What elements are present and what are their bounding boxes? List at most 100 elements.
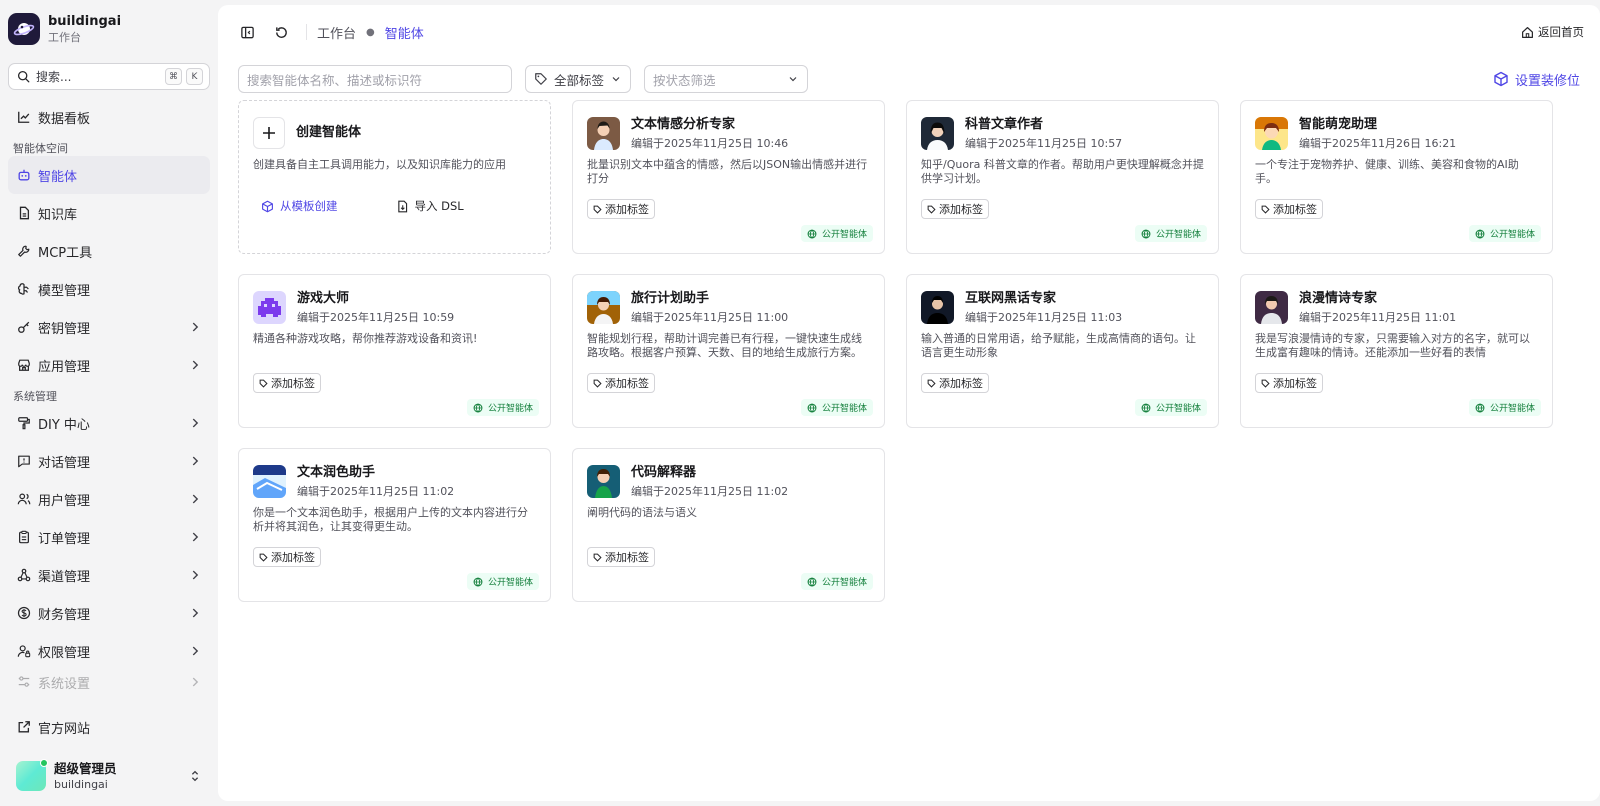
agent-desc: 输入普通的日常用语，给予赋能，生成高情商的语句。让语言更生动形象 (921, 332, 1196, 359)
agent-avatar (587, 464, 620, 498)
chevron-right-icon (192, 677, 199, 687)
agent-card[interactable]: 代码解释器 编辑于2025年11月25日 11:02 阐明代码的语法与语义 添加… (572, 448, 885, 602)
sidebar-item-keys[interactable]: 密钥管理 (8, 308, 210, 346)
sidebar-item-apps[interactable]: 应用管理 (8, 346, 210, 384)
agent-edit-time: 编辑于2025年11月25日 11:00 (631, 310, 789, 324)
public-agent-badge: 公开智能体 (800, 399, 873, 416)
sidebar-item-agents[interactable]: 智能体 (8, 156, 210, 194)
sidebar-item-knowledge[interactable]: 知识库 (8, 194, 210, 232)
sidebar-item-channels[interactable]: 渠道管理 (8, 556, 210, 594)
chevrons-up-down-icon (191, 770, 199, 782)
add-tag-button[interactable]: 添加标签 (587, 547, 655, 567)
official-site-link[interactable]: 官方网站 (8, 708, 210, 746)
setting-slot-button[interactable]: 设置装修位 (1493, 70, 1580, 89)
breadcrumb-separator: ● (366, 26, 375, 38)
tag-select[interactable]: 全部标签 (525, 65, 631, 93)
wrench-icon (16, 243, 32, 259)
public-agent-label: 公开智能体 (1155, 404, 1201, 414)
agent-avatar (921, 116, 954, 150)
agent-search-input[interactable]: 搜索智能体名称、描述或标识符 (238, 65, 512, 93)
agent-edit-time: 编辑于2025年11月25日 10:59 (297, 310, 455, 324)
create-agent-desc: 创建具备自主工具调用能力，以及知识库能力的应用 (253, 158, 506, 171)
add-tag-button[interactable]: 添加标签 (921, 373, 989, 393)
filter-bar: 搜索智能体名称、描述或标识符 全部标签 按状态筛选 设置装修位 (218, 65, 1600, 93)
agent-search-placeholder: 搜索智能体名称、描述或标识符 (247, 72, 423, 88)
public-agent-label: 公开智能体 (821, 404, 867, 414)
box-icon (262, 200, 273, 212)
agent-desc: 批量识别文本中蕴含的情感，然后以JSON输出情感并进行打分 (587, 158, 868, 185)
agent-card[interactable]: 智能萌宠助理 编辑于2025年11月26日 16:21 一个专注于宠物养护、健康… (1240, 100, 1553, 254)
avatar (16, 759, 48, 791)
add-tag-button[interactable]: 添加标签 (587, 373, 655, 393)
sidebar-item-label: 智能体 (38, 169, 78, 185)
sidebar-search[interactable]: 搜索... ⌘ K (8, 63, 210, 90)
public-agent-label: 公开智能体 (487, 404, 533, 414)
chevron-right-icon (192, 532, 199, 542)
chevron-right-icon (192, 322, 199, 332)
agent-avatar (1255, 116, 1288, 150)
brand[interactable]: buildingai 工作台 (8, 0, 210, 58)
chevron-right-icon (192, 494, 199, 504)
add-tag-button[interactable]: 添加标签 (921, 199, 989, 219)
sidebar-item-label: 财务管理 (38, 607, 91, 623)
sidebar: buildingai 工作台 搜索... ⌘ K 数据看板 智能体空间 智能体 … (0, 0, 218, 806)
agent-title: 互联网黑话专家 (965, 290, 1057, 306)
group-title-space: 智能体空间 (13, 142, 68, 155)
public-agent-badge: 公开智能体 (800, 573, 873, 590)
tag-icon (927, 205, 936, 214)
return-home-link[interactable]: 返回首页 (1521, 24, 1584, 40)
agent-card[interactable]: 游戏大师 编辑于2025年11月25日 10:59 精通各种游戏攻略，帮你推荐游… (238, 274, 551, 428)
agent-avatar (1255, 290, 1288, 324)
tag-icon (1261, 205, 1270, 214)
breadcrumb-current: 智能体 (384, 26, 424, 42)
status-select[interactable]: 按状态筛选 (644, 65, 808, 93)
public-agent-badge: 公开智能体 (1134, 399, 1207, 416)
sidebar-item-label: 数据看板 (38, 111, 91, 127)
agent-card[interactable]: 科普文章作者 编辑于2025年11月25日 10:57 知乎/Quora 科普文… (906, 100, 1219, 254)
agent-card[interactable]: 互联网黑话专家 编辑于2025年11月25日 11:03 输入普通的日常用语，给… (906, 274, 1219, 428)
file-import-icon (397, 200, 407, 212)
agent-desc: 智能规划行程，帮助计调完善已有行程，一键快速生成线路攻略。根据客户预算、天数、目… (587, 332, 862, 359)
agent-card[interactable]: 文本情感分析专家 编辑于2025年11月25日 10:46 批量识别文本中蕴含的… (572, 100, 885, 254)
sidebar-item-conversations[interactable]: 对话管理 (8, 442, 210, 480)
user-lock-icon (16, 643, 32, 659)
agent-edit-time: 编辑于2025年11月25日 10:57 (965, 136, 1123, 150)
agent-card[interactable]: 旅行计划助手 编辑于2025年11月25日 11:00 智能规划行程，帮助计调完… (572, 274, 885, 428)
add-tag-button[interactable]: 添加标签 (587, 199, 655, 219)
from-template-button[interactable]: 从模板创建 (261, 198, 396, 214)
brand-subtitle: 工作台 (48, 30, 81, 44)
coin-icon (16, 605, 32, 621)
sidebar-item-users[interactable]: 用户管理 (8, 480, 210, 518)
sidebar-item-mcp[interactable]: MCP工具 (8, 232, 210, 270)
agent-card[interactable]: 浪漫情诗专家 编辑于2025年11月25日 11:01 我是写浪漫情诗的专家，只… (1240, 274, 1553, 428)
breadcrumb-root[interactable]: 工作台 (317, 23, 356, 42)
create-agent-card[interactable]: 创建智能体 创建具备自主工具调用能力，以及知识库能力的应用 从模板创建 导入 D… (238, 100, 551, 254)
agent-title: 代码解释器 (631, 464, 697, 480)
sidebar-item-permissions[interactable]: 权限管理 (8, 632, 210, 670)
sidebar-item-diy[interactable]: DIY 中心 (8, 404, 210, 442)
panel-left-icon (240, 26, 254, 38)
chevron-right-icon (192, 360, 199, 370)
add-tag-label: 添加标签 (939, 377, 983, 390)
sidebar-item-label: MCP工具 (38, 245, 93, 261)
add-tag-button[interactable]: 添加标签 (1255, 373, 1323, 393)
sidebar-item-finance[interactable]: 财务管理 (8, 594, 210, 632)
users-icon (16, 491, 32, 507)
add-tag-button[interactable]: 添加标签 (253, 373, 321, 393)
public-agent-label: 公开智能体 (1155, 230, 1201, 240)
agent-card[interactable]: 文本润色助手 编辑于2025年11月25日 11:02 你是一个文本润色助手，根… (238, 448, 551, 602)
refresh-button[interactable] (268, 19, 294, 45)
user-menu[interactable]: 超级管理员 buildingai (8, 746, 210, 806)
home-icon (1522, 26, 1533, 38)
sidebar-item-dashboard[interactable]: 数据看板 (8, 98, 210, 136)
add-tag-button[interactable]: 添加标签 (253, 547, 321, 567)
sidebar-item-models[interactable]: 模型管理 (8, 270, 210, 308)
toggle-sidebar-button[interactable] (234, 19, 260, 45)
add-tag-button[interactable]: 添加标签 (1255, 199, 1323, 219)
globe-icon (807, 402, 817, 413)
chevron-right-icon (192, 646, 199, 656)
sidebar-item-settings[interactable]: 系统设置 (8, 670, 210, 694)
sidebar-item-orders[interactable]: 订单管理 (8, 518, 210, 556)
search-icon (17, 70, 30, 83)
import-dsl-button[interactable]: 导入 DSL (396, 198, 531, 214)
